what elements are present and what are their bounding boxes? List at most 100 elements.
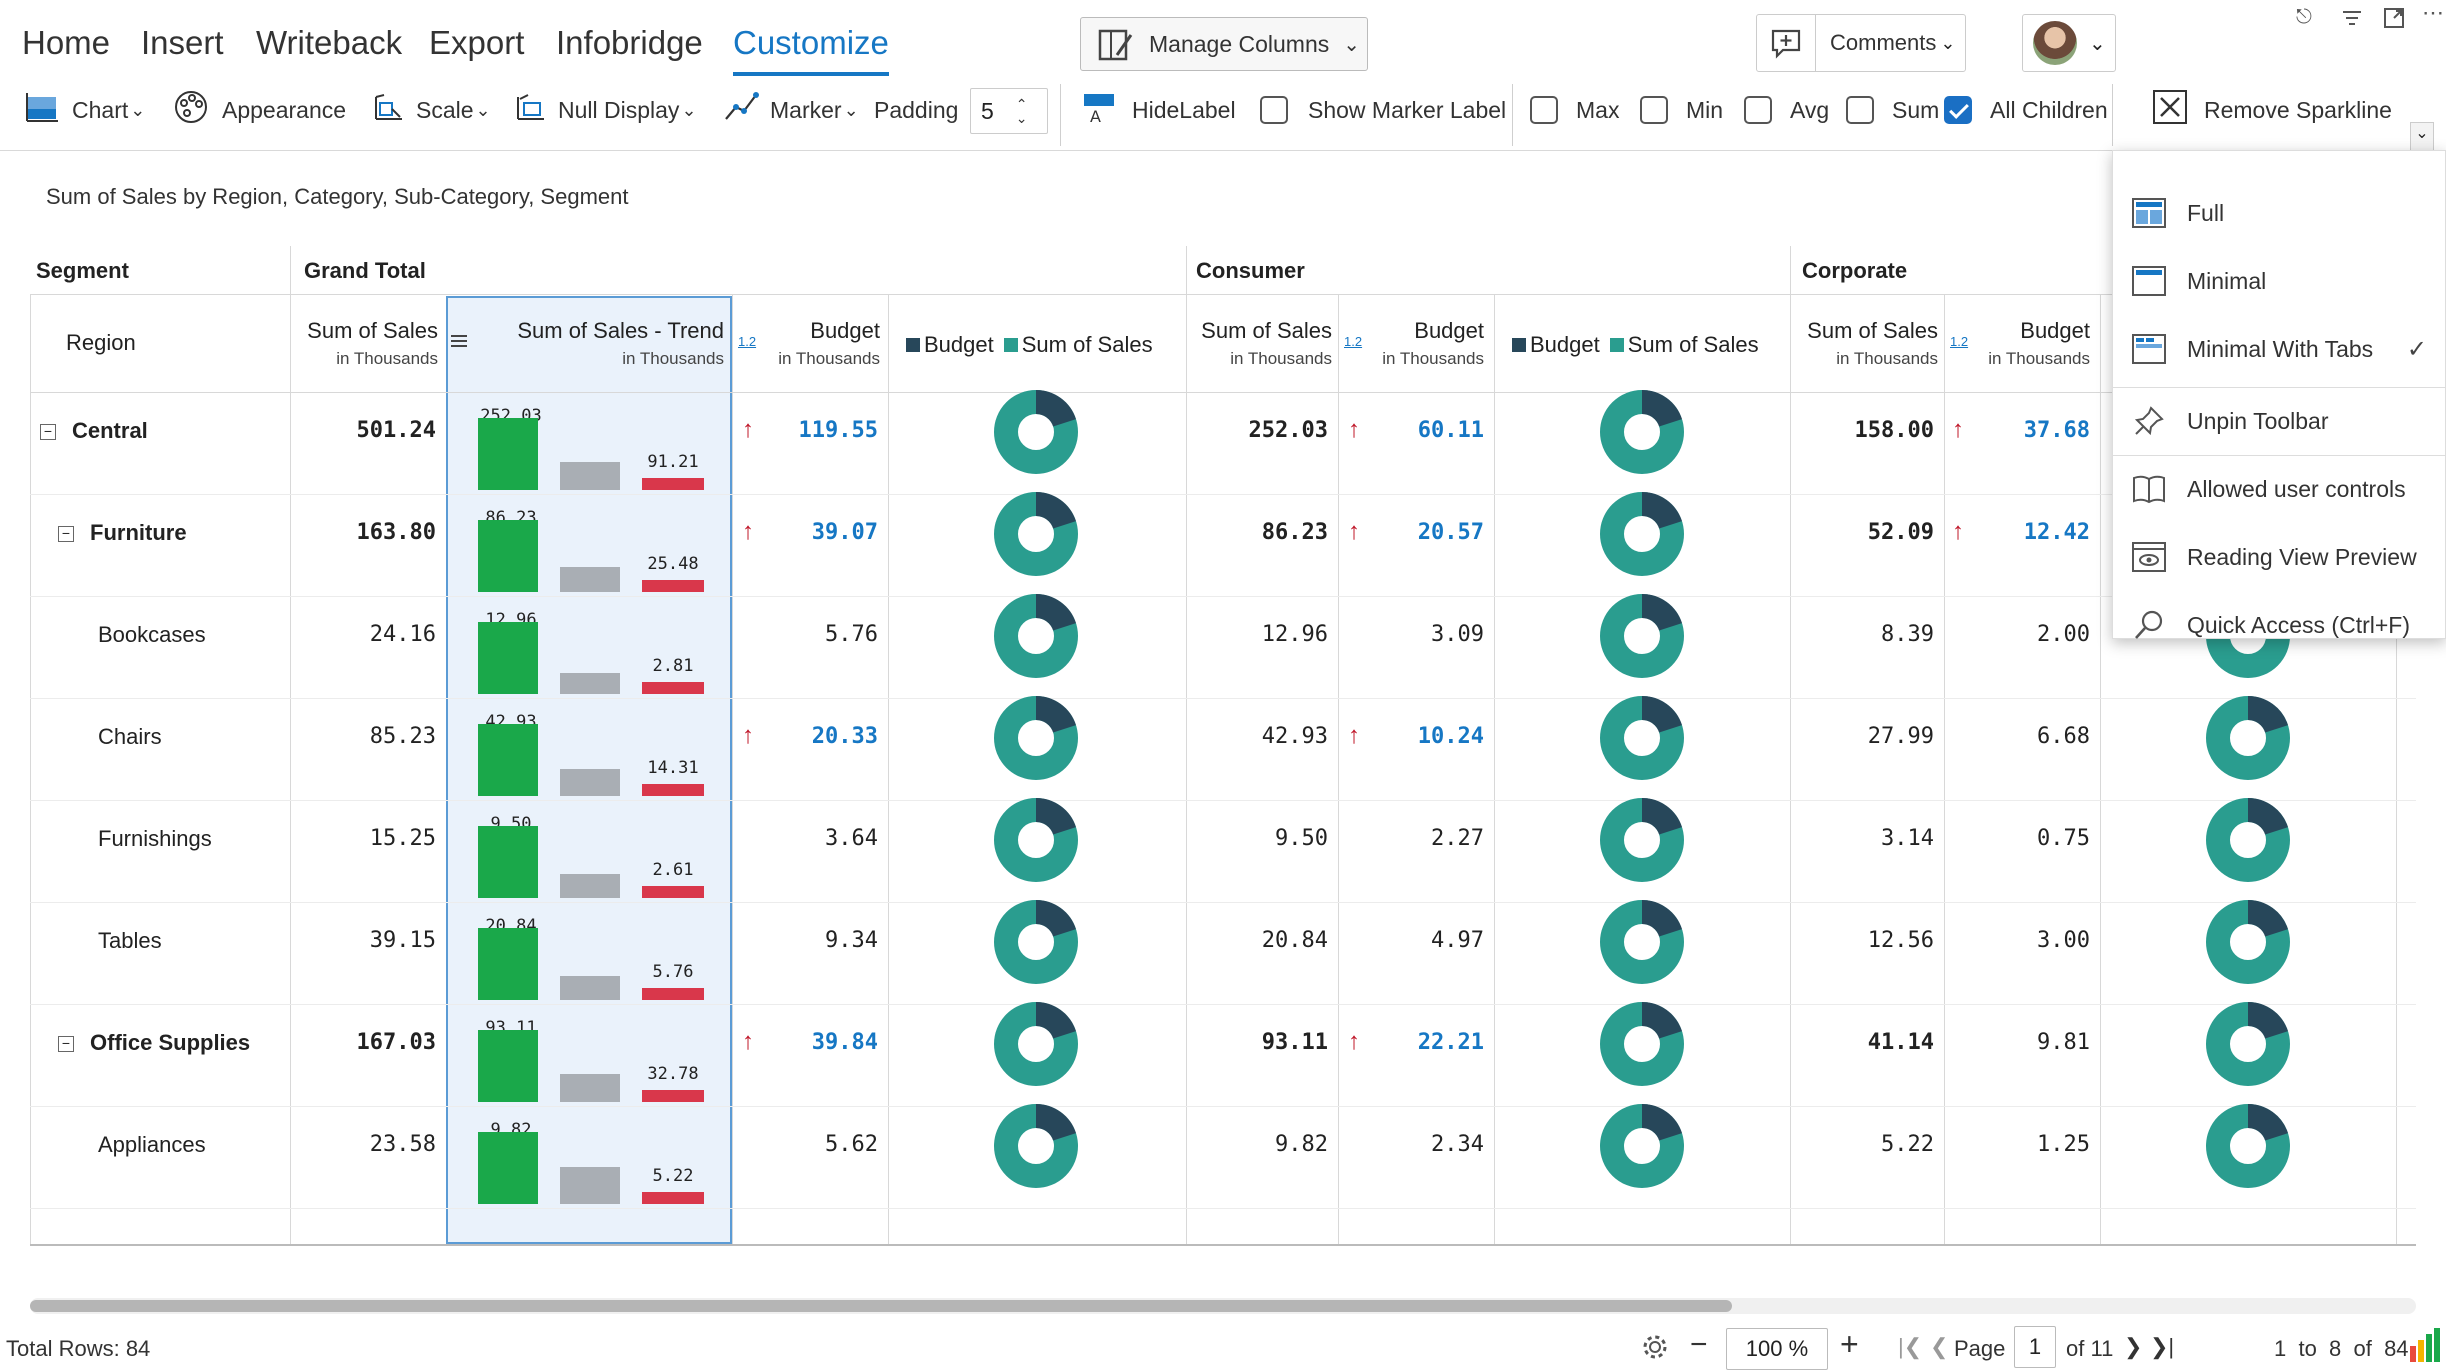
next-page-icon[interactable]: ❯ xyxy=(2124,1334,2142,1360)
row-label[interactable]: Office Supplies xyxy=(90,1030,250,1056)
co-donut-chart[interactable] xyxy=(2206,798,2290,882)
min-checkbox-box[interactable] xyxy=(1640,96,1668,124)
gt-donut-chart[interactable] xyxy=(994,390,1078,474)
c-budget-header[interactable]: Budget in Thousands xyxy=(1368,318,1484,370)
gt-sales-value: 23.58 xyxy=(369,1132,436,1157)
trend-bar-green xyxy=(478,622,538,694)
gt-donut-chart[interactable] xyxy=(994,1002,1078,1086)
report-title: Sum of Sales by Region, Category, Sub-Ca… xyxy=(46,184,629,209)
gt-sales-header[interactable]: Sum of Sales in Thousands xyxy=(300,318,438,370)
gt-donut-chart[interactable] xyxy=(994,1104,1078,1188)
trend-header[interactable]: Sum of Sales - Trend in Thousands xyxy=(470,318,724,370)
menu-item-unpin-toolbar[interactable]: Unpin Toolbar xyxy=(2113,391,2445,451)
avg-checkbox[interactable]: Avg xyxy=(1744,92,1829,128)
show-marker-label-checkbox-box[interactable] xyxy=(1260,96,1288,124)
expand-icon[interactable] xyxy=(2382,6,2406,30)
stepper-arrows-icon[interactable]: ⌃ ⌄ xyxy=(1016,97,1028,125)
co-sales-header[interactable]: Sum of Sales in Thousands xyxy=(1798,318,1938,370)
c-sales-header[interactable]: Sum of Sales in Thousands xyxy=(1192,318,1332,370)
appearance-button[interactable]: Appearance xyxy=(172,91,346,128)
c-donut-chart[interactable] xyxy=(1600,1002,1684,1086)
prev-page-icon[interactable]: ❮ xyxy=(1930,1334,1948,1360)
marker-button[interactable]: Marker ⌄ xyxy=(722,92,859,128)
c-donut-chart[interactable] xyxy=(1600,798,1684,882)
all-children-checkbox[interactable]: All Children xyxy=(1944,92,2108,128)
avg-checkbox-box[interactable] xyxy=(1744,96,1772,124)
c-sales-value: 9.82 xyxy=(1275,1132,1328,1157)
row-label[interactable]: Furniture xyxy=(90,520,187,546)
segment-header: Segment xyxy=(36,258,129,283)
c-donut-chart[interactable] xyxy=(1600,696,1684,780)
tab-insert[interactable]: Insert xyxy=(141,24,224,62)
number-format-icon[interactable]: 1.2 xyxy=(738,334,756,349)
collapse-toggle-icon[interactable]: − xyxy=(40,424,56,440)
remove-sparkline-button[interactable]: Remove Sparkline xyxy=(2152,90,2392,128)
sum-checkbox-box[interactable] xyxy=(1846,96,1874,124)
collapse-toggle-icon[interactable]: − xyxy=(58,1036,74,1052)
pin-icon[interactable]: ⎋ xyxy=(2296,6,2312,29)
c-donut-chart[interactable] xyxy=(1600,1104,1684,1188)
horizontal-scrollbar[interactable] xyxy=(30,1298,2416,1314)
zoom-out-icon[interactable]: − xyxy=(1690,1328,1708,1362)
all-children-checkbox-box[interactable] xyxy=(1944,96,1972,124)
zoom-in-icon[interactable]: + xyxy=(1840,1326,1859,1363)
c-sales-value: 86.23 xyxy=(1261,520,1328,545)
last-page-icon[interactable]: ❯| xyxy=(2150,1334,2174,1360)
menu-item-reading-view-preview[interactable]: Reading View Preview xyxy=(2113,527,2445,587)
zoom-input[interactable]: 100 % xyxy=(1726,1328,1828,1370)
collapse-toggle-icon[interactable]: − xyxy=(58,526,74,542)
max-checkbox-box[interactable] xyxy=(1530,96,1558,124)
tab-writeback[interactable]: Writeback xyxy=(256,24,402,62)
menu-item-minimal[interactable]: Minimal xyxy=(2113,251,2445,311)
number-format-icon[interactable]: 1.2 xyxy=(1950,334,1968,349)
scrollbar-thumb[interactable] xyxy=(30,1300,1732,1312)
gt-donut-chart[interactable] xyxy=(994,798,1078,882)
co-donut-chart[interactable] xyxy=(2206,900,2290,984)
gt-donut-chart[interactable] xyxy=(994,492,1078,576)
c-donut-chart[interactable] xyxy=(1600,492,1684,576)
user-menu[interactable]: ⌄ xyxy=(2022,14,2116,72)
scale-button[interactable]: Scale ⌄ xyxy=(370,92,491,128)
row-label[interactable]: Central xyxy=(72,418,148,444)
tab-export[interactable]: Export xyxy=(429,24,524,62)
number-format-icon[interactable]: 1.2 xyxy=(1344,334,1362,349)
chart-button[interactable]: Chart ⌄ xyxy=(24,92,145,128)
filter-icon[interactable] xyxy=(2340,6,2364,30)
menu-item-quick-access[interactable]: Quick Access (Ctrl+F) xyxy=(2113,595,2445,655)
comments-button[interactable]: Comments ⌄ xyxy=(1756,14,1966,72)
hide-label-button[interactable]: A HideLabel xyxy=(1082,92,1236,128)
null-display-button[interactable]: Null Display ⌄ xyxy=(512,92,697,128)
gt-donut-chart[interactable] xyxy=(994,900,1078,984)
more-options-icon[interactable]: ⋯ xyxy=(2422,0,2444,26)
co-donut-chart[interactable] xyxy=(2206,1104,2290,1188)
gt-donut-chart[interactable] xyxy=(994,594,1078,678)
tab-infobridge[interactable]: Infobridge xyxy=(556,24,703,62)
padding-stepper[interactable]: 5 ⌃ ⌄ xyxy=(970,88,1048,134)
sum-checkbox[interactable]: Sum xyxy=(1846,92,1939,128)
c-donut-chart[interactable] xyxy=(1600,900,1684,984)
menu-item-allowed-user-controls[interactable]: Allowed user controls xyxy=(2113,459,2445,519)
settings-gear-icon[interactable] xyxy=(1640,1332,1670,1362)
menu-item-minimal-with-tabs[interactable]: Minimal With Tabs ✓ xyxy=(2113,319,2445,379)
menu-item-full-label: Full xyxy=(2187,199,2225,226)
gt-budget-header[interactable]: Budget in Thousands xyxy=(760,318,880,370)
show-marker-label-checkbox[interactable]: Show Marker Label xyxy=(1260,92,1506,128)
c-donut-chart[interactable] xyxy=(1600,594,1684,678)
c-donut-chart[interactable] xyxy=(1600,390,1684,474)
co-budget-header[interactable]: Budget in Thousands xyxy=(1972,318,2090,370)
trend-min-label: 2.61 xyxy=(652,860,694,880)
first-page-icon[interactable]: |❮ xyxy=(1898,1334,1922,1360)
ribbon-expand-chevron-icon[interactable]: ⌄ xyxy=(2410,122,2434,152)
menu-item-full[interactable]: Full xyxy=(2113,183,2445,243)
gt-donut-chart[interactable] xyxy=(994,696,1078,780)
up-arrow-icon: ↑ xyxy=(1348,416,1360,443)
menu-lines-icon[interactable] xyxy=(450,332,468,350)
page-input[interactable]: 1 xyxy=(2014,1326,2056,1368)
min-checkbox[interactable]: Min xyxy=(1640,92,1723,128)
co-donut-chart[interactable] xyxy=(2206,1002,2290,1086)
tab-customize[interactable]: Customize xyxy=(733,24,889,76)
co-donut-chart[interactable] xyxy=(2206,696,2290,780)
max-checkbox[interactable]: Max xyxy=(1530,92,1619,128)
manage-columns-button[interactable]: Manage Columns ⌄ xyxy=(1080,17,1368,71)
tab-home[interactable]: Home xyxy=(22,24,110,62)
